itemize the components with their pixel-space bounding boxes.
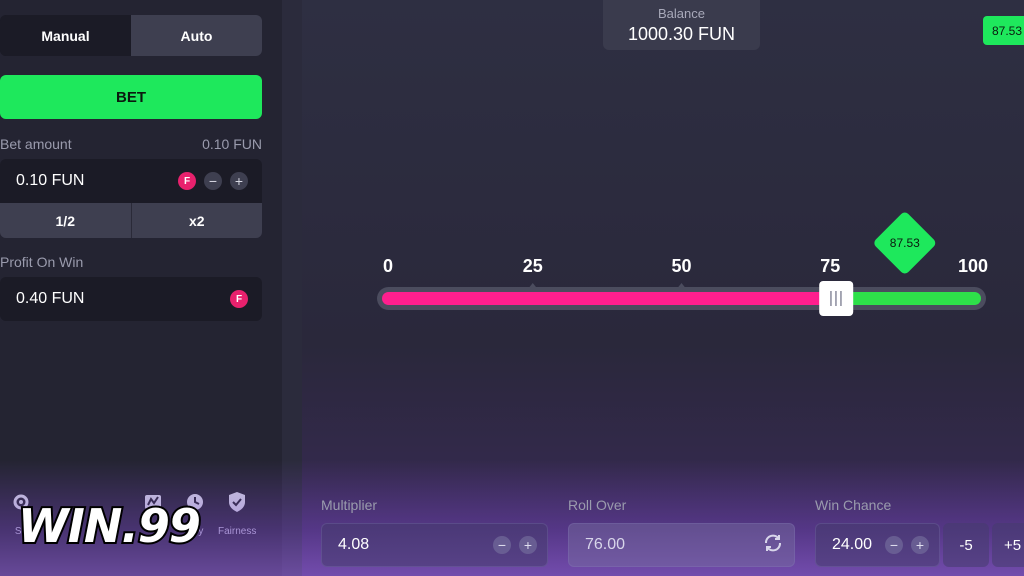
win-chance-input[interactable]: 24.00 − +	[815, 523, 940, 567]
handle-grip-line	[830, 291, 832, 306]
roll-over-input[interactable]: 76.00	[568, 523, 795, 567]
multiplier-label: Multiplier	[321, 497, 378, 513]
svg-text:WIN.99: WIN.99	[18, 499, 200, 553]
roll-over-label: Roll Over	[568, 497, 627, 513]
multiplier-input[interactable]: 4.08 − +	[321, 523, 548, 567]
multiplier-value[interactable]: 4.08	[338, 536, 485, 554]
win-chance-plus5-button[interactable]: +5	[992, 523, 1024, 567]
win-chance-increase-button[interactable]: +	[911, 536, 929, 554]
handle-grip-line	[835, 291, 837, 306]
win-chance-label: Win Chance	[815, 497, 892, 513]
handle-grip-line	[840, 291, 842, 306]
slider-lose-range	[382, 292, 837, 305]
slider-tick-label: 50	[671, 256, 691, 276]
slider-handle[interactable]	[819, 281, 854, 316]
swap-icon[interactable]	[762, 532, 784, 559]
slider-tick-label: 100	[958, 256, 988, 276]
win-chance-minus5-button[interactable]: -5	[943, 523, 989, 567]
result-marker: 87.53	[874, 212, 936, 274]
win-chance-value[interactable]: 24.00	[832, 536, 877, 554]
slider-tick-label: 75	[820, 256, 840, 276]
slider-tick-label: 0	[383, 256, 393, 276]
multiplier-decrease-button[interactable]: −	[493, 536, 511, 554]
slider-tick-label: 25	[523, 256, 543, 276]
slider-win-range	[836, 292, 981, 305]
result-marker-label: 87.53	[890, 236, 920, 250]
multiplier-increase-button[interactable]: +	[519, 536, 537, 554]
win-chance-decrease-button[interactable]: −	[885, 536, 903, 554]
roll-over-value: 76.00	[585, 536, 626, 553]
win99-logo: WIN.99	[16, 497, 203, 555]
